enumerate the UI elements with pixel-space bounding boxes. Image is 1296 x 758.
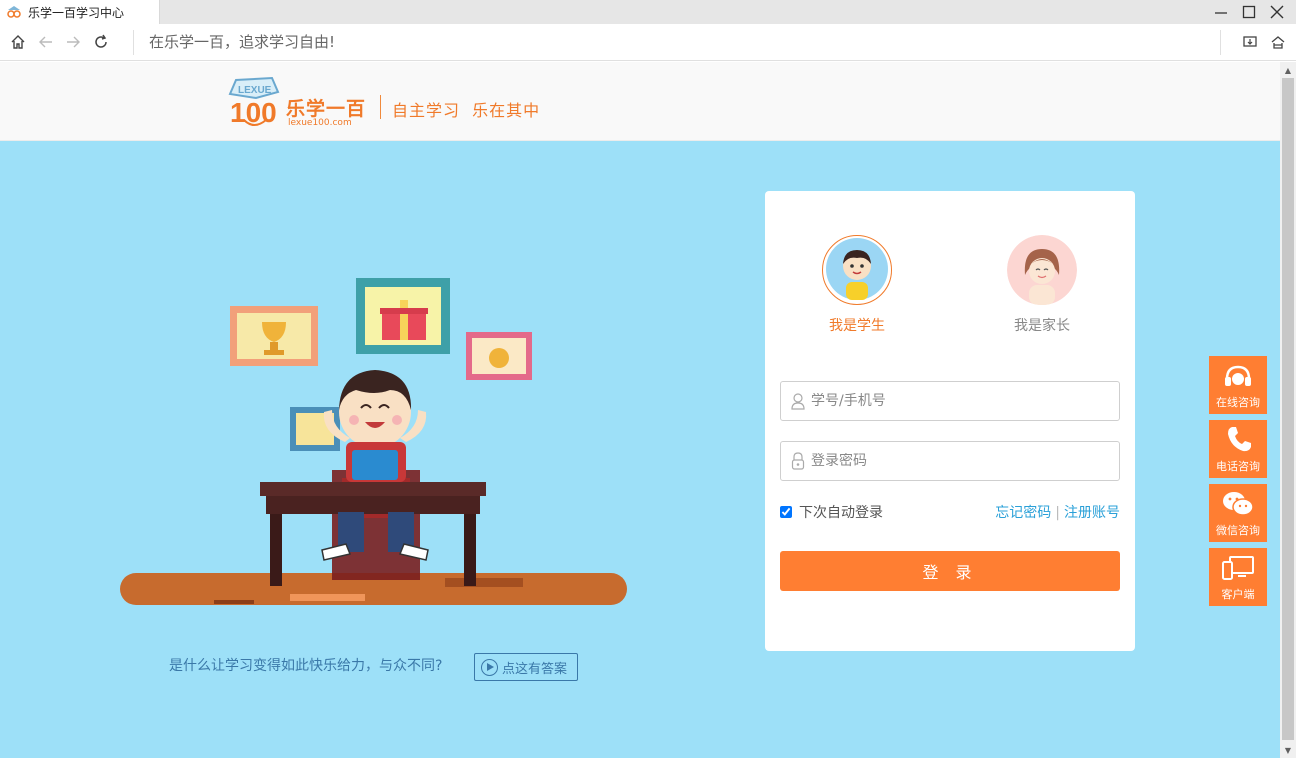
headset-icon — [1225, 365, 1251, 386]
back-button[interactable] — [37, 33, 55, 51]
home-button[interactable] — [9, 33, 27, 51]
site-header: LEXUE 100 乐学一百 lexue100.com 自主学习 乐在其中 — [0, 62, 1280, 141]
wechat-consult-label: 微信咨询 — [1216, 524, 1260, 537]
role-student-label: 我是学生 — [829, 318, 885, 334]
link-separator: | — [1055, 505, 1060, 521]
forward-arrow-icon — [67, 36, 80, 48]
intro-question: 是什么让学习变得如此快乐给力，与众不同? — [169, 658, 443, 674]
boy-at-desk-illustration — [120, 278, 627, 605]
svg-text:100: 100 — [230, 97, 277, 128]
forward-button[interactable] — [64, 33, 82, 51]
student-avatar — [822, 235, 892, 305]
student-avatar-icon — [826, 238, 888, 300]
reload-icon — [95, 34, 107, 48]
toolbar-divider — [1220, 30, 1221, 55]
maximize-button[interactable] — [1240, 3, 1258, 21]
role-parent-label: 我是家长 — [1014, 318, 1070, 334]
password-input[interactable] — [811, 453, 1119, 469]
client-download-label: 客户端 — [1221, 588, 1255, 601]
play-icon — [481, 658, 498, 676]
brand-url: lexue100.com — [288, 118, 352, 128]
reload-button[interactable] — [92, 33, 110, 51]
user-icon — [791, 393, 805, 410]
scroll-up-arrow-icon[interactable]: ▲ — [1280, 62, 1296, 78]
close-button[interactable] — [1268, 3, 1286, 21]
slogan-divider — [380, 95, 381, 119]
minimize-button[interactable] — [1212, 3, 1230, 21]
scrollbar-thumb[interactable] — [1282, 78, 1294, 740]
address-bar[interactable]: 在乐学一百，追求学习自由! — [133, 30, 335, 55]
phone-icon — [1228, 427, 1251, 452]
role-parent-option[interactable]: 我是家长 — [982, 235, 1102, 335]
back-arrow-icon — [39, 36, 52, 48]
forgot-password-link[interactable]: 忘记密码 — [995, 505, 1051, 521]
slogan: 自主学习 乐在其中 — [392, 101, 541, 120]
online-consult-button[interactable]: 在线咨询 — [1209, 356, 1267, 414]
username-input[interactable] — [811, 393, 1119, 409]
browser-window: 乐学一百学习中心 在乐学一百，追求学习自由! LEXUE 100 乐学一百 le… — [0, 0, 1296, 758]
download-button[interactable] — [1241, 33, 1259, 51]
minimize-icon — [1215, 12, 1227, 14]
vertical-scrollbar[interactable]: ▲ ▼ — [1280, 62, 1296, 758]
online-consult-label: 在线咨询 — [1216, 396, 1260, 409]
phone-consult-label: 电话咨询 — [1216, 460, 1260, 473]
answer-video-button[interactable]: 点这有答案 — [474, 653, 578, 681]
account-links: 忘记密码 | 注册账号 — [995, 502, 1120, 522]
wechat-icon — [1223, 492, 1254, 516]
lock-icon — [791, 452, 805, 470]
remember-me[interactable]: 下次自动登录 — [780, 502, 883, 522]
devices-icon — [1222, 556, 1254, 580]
wechat-consult-button[interactable]: 微信咨询 — [1209, 484, 1267, 542]
login-card: 我是学生 我是家长 学号/手机号 下次自动登录 忘记密码 | 注册账号 登 录 — [765, 191, 1135, 651]
home-icon — [11, 35, 25, 49]
parent-avatar-icon — [1007, 235, 1077, 305]
password-field[interactable] — [780, 441, 1120, 481]
site-favicon-icon — [7, 6, 21, 18]
close-icon — [1270, 5, 1284, 19]
maximize-icon — [1242, 5, 1256, 19]
download-icon — [1243, 36, 1257, 47]
remember-me-label: 下次自动登录 — [799, 505, 883, 521]
role-student-option[interactable]: 我是学生 — [797, 235, 917, 335]
tab-title: 乐学一百学习中心 — [28, 5, 125, 20]
tab-strip: 乐学一百学习中心 — [0, 0, 1296, 24]
client-download-button[interactable]: 客户端 — [1209, 548, 1267, 606]
page-content: LEXUE 100 乐学一百 lexue100.com 自主学习 乐在其中 是什… — [0, 62, 1280, 758]
register-link[interactable]: 注册账号 — [1064, 505, 1120, 521]
parent-avatar — [1007, 235, 1077, 305]
brand-name: 乐学一百 — [286, 98, 367, 120]
navigation-bar: 在乐学一百，追求学习自由! — [0, 24, 1296, 61]
answer-video-label: 点这有答案 — [502, 661, 568, 677]
menu-icon — [1271, 36, 1285, 49]
scroll-down-arrow-icon[interactable]: ▼ — [1280, 742, 1296, 758]
menu-button[interactable] — [1269, 33, 1287, 51]
remember-me-checkbox[interactable] — [780, 506, 792, 518]
username-field[interactable] — [780, 381, 1120, 421]
login-button[interactable]: 登 录 — [780, 551, 1120, 591]
browser-tab[interactable]: 乐学一百学习中心 — [0, 0, 160, 24]
svg-text:LEXUE: LEXUE — [238, 85, 272, 96]
phone-consult-button[interactable]: 电话咨询 — [1209, 420, 1267, 478]
